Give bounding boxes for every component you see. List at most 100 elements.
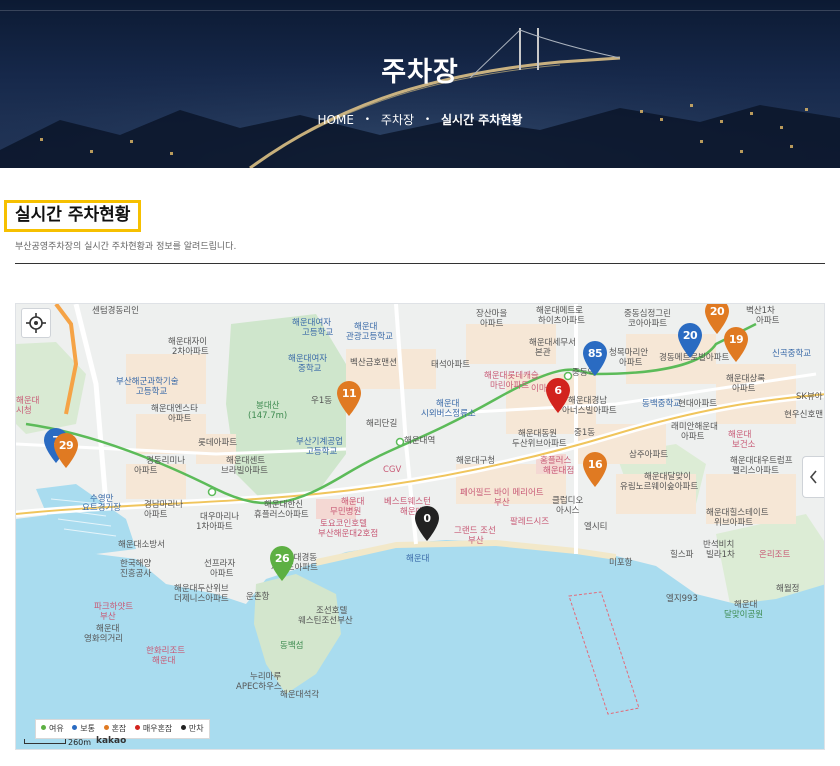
map-label: 유림노르웨이숲아파트 (620, 482, 699, 492)
side-panel-toggle-button[interactable] (802, 456, 824, 498)
map-label: 아파트 (168, 414, 192, 424)
map-label: 누리마루 (250, 672, 282, 682)
map-label: 중동심정그린 (624, 309, 671, 319)
hero-top-divider (0, 10, 840, 11)
map-label: 엘지993 (666, 594, 698, 604)
section-heading: 실시간 주차현황 (4, 200, 142, 232)
legend-item-congested: 혼잡 (103, 720, 126, 737)
parking-marker[interactable]: 26 (269, 546, 295, 582)
map-label: 아파트 (681, 432, 705, 442)
map-label: 해운대역 (404, 436, 436, 446)
page-title: 주차장 (381, 57, 459, 88)
map-label: SK뷰아 (796, 392, 823, 402)
legend-dot-icon (41, 725, 46, 730)
map-label: 고등학교 (306, 447, 338, 457)
parking-marker[interactable]: 19 (723, 327, 749, 363)
parking-marker[interactable]: 6 (545, 378, 571, 414)
map-label: 벡산금호맨션 (350, 358, 397, 368)
map-label: 아파트 (732, 384, 756, 394)
section-divider (15, 263, 825, 264)
legend-item-normal: 보통 (72, 720, 95, 737)
map-label: 홈플러스 (540, 456, 572, 466)
parking-marker[interactable]: 85 (582, 341, 608, 377)
map-label: 아파트 (134, 466, 158, 476)
map-label: 태석아파트 (431, 360, 471, 370)
legend-dot-icon (103, 725, 109, 730)
map-label: 펠리스아파트 (732, 466, 779, 476)
map-label: 그랜드 조선 (454, 526, 496, 536)
map-label: 무민병원 (330, 507, 362, 517)
marker-count: 0 (423, 512, 431, 525)
map-label: 휴플러스아파트 (254, 510, 309, 520)
map-label: 파크하얏트 (94, 602, 134, 612)
map-label: 해운대 (96, 624, 120, 634)
map-label: 경동리미나 (146, 456, 186, 466)
parking-marker[interactable]: 20 (677, 323, 703, 359)
legend-item-available: 여유 (41, 720, 64, 737)
breadcrumb-current: 실시간 주차현황 (441, 113, 523, 127)
map-label: 벽산1차 (746, 306, 775, 316)
crosshair-icon (26, 313, 46, 333)
current-location-button[interactable] (21, 308, 51, 338)
map-label: 웨스틴조선부산 (298, 616, 353, 626)
map-label: 2차아파트 (172, 347, 209, 357)
hero-banner: 주차장 HOME • 주차장 • 실시간 주차현황 (0, 0, 840, 168)
map-label: 고등학교 (302, 328, 334, 338)
map-label: 신곡중학교 (772, 349, 812, 359)
scale-bar (24, 739, 66, 744)
map-label: 요트경기장 (82, 503, 122, 513)
map-label: 선프라자 (204, 559, 236, 569)
marker-count: 29 (58, 439, 74, 452)
map-scale: 260m (24, 738, 91, 747)
map-label: 1차아파트 (196, 522, 233, 532)
map-label: 시청 (16, 406, 32, 416)
parking-marker[interactable]: 11 (336, 381, 362, 417)
map-attribution: kakao (96, 736, 127, 746)
map-label: 해운대 (406, 554, 430, 564)
breadcrumb-parking[interactable]: 주차장 (381, 111, 414, 128)
map-label: 아파트 (619, 358, 643, 368)
legend-dot-icon (134, 725, 140, 730)
map-label: 페어필드 바이 메리어트 (460, 488, 544, 498)
map-label: 아파트 (210, 569, 234, 579)
map-label: 클럽디오 (552, 496, 584, 506)
map-label: 빌라1차 (706, 550, 735, 560)
map-label: 브라빌아파트 (221, 466, 268, 476)
legend-dot-icon (72, 725, 78, 730)
map-label: 부산 (468, 536, 484, 546)
legend-dot-icon (180, 725, 186, 730)
map-label: 해운대 (341, 497, 365, 507)
map-label: CGV (383, 465, 402, 475)
breadcrumb-home[interactable]: HOME (318, 113, 354, 127)
map-label: 해운대 (436, 399, 460, 409)
map-label: 현우신호맨 (784, 410, 824, 420)
marker-count: 20 (709, 305, 725, 318)
marker-count: 26 (274, 552, 290, 565)
map-label: 해월정 (776, 584, 800, 594)
parking-marker[interactable]: 29 (53, 433, 79, 469)
map-label: 해운대두산위브 (174, 584, 229, 594)
parking-marker[interactable]: 0 (414, 506, 440, 542)
map-label: 래미안해운대 (671, 422, 718, 432)
map-label: 고등학교 (136, 387, 168, 397)
marker-count: 6 (554, 384, 562, 397)
map-label: 해운대소방서 (118, 540, 165, 550)
map-label: 해운대대우트럼프 (730, 456, 793, 466)
marker-count: 85 (587, 347, 603, 360)
map-label: 해운대동원 (518, 429, 558, 439)
map-label: 경남마리나 (144, 500, 184, 510)
map-label: 영화의거리 (84, 634, 124, 644)
marker-count: 20 (682, 329, 698, 342)
parking-map[interactable]: 센텀경동리인 해운대자이 2차아파트 부산해군과학기술 고등학교 해운대엔스타 … (15, 303, 825, 750)
chevron-left-icon (809, 470, 817, 484)
map-label: 해운대경남 (568, 396, 608, 406)
map-label: 대우마리나 (200, 512, 240, 522)
map-label: 부산 (494, 498, 510, 508)
legend-item-full: 만차 (180, 720, 204, 737)
map-label: 센텀경동리인 (92, 306, 139, 316)
map-label: 해운대석각 (280, 690, 320, 700)
parking-marker[interactable]: 16 (582, 452, 608, 488)
map-label: 해운대여자 (292, 318, 332, 328)
map-label: 아파트 (756, 316, 780, 326)
map-label: 본관 (535, 348, 551, 358)
